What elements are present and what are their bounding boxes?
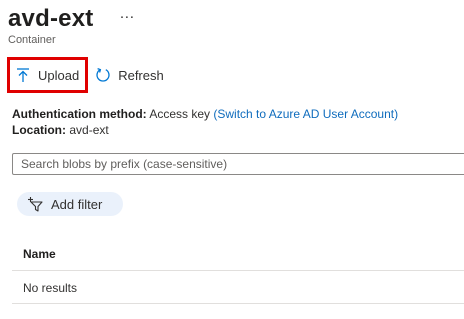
add-filter-button[interactable]: Add filter — [17, 192, 123, 216]
command-bar: Upload Refresh — [7, 57, 164, 93]
authentication-method-label: Authentication method: — [12, 107, 147, 121]
location-value: avd-ext — [69, 123, 109, 137]
refresh-icon — [95, 67, 111, 83]
upload-button[interactable]: Upload — [7, 57, 89, 93]
table-row-divider — [12, 303, 464, 304]
refresh-label: Refresh — [118, 67, 164, 83]
refresh-button[interactable]: Refresh — [95, 59, 164, 91]
table-header-divider — [12, 270, 464, 271]
authentication-method-line: Authentication method: Access key (Switc… — [12, 107, 398, 121]
location-line: Location: avd-ext — [12, 123, 109, 137]
upload-label: Upload — [38, 67, 80, 83]
empty-results-message: No results — [23, 281, 78, 295]
page-title: avd-ext — [8, 5, 94, 32]
column-header-name[interactable]: Name — [23, 247, 56, 261]
add-filter-icon — [27, 196, 45, 212]
upload-icon — [15, 67, 31, 83]
resource-type-subtitle: Container — [8, 34, 56, 46]
authentication-method-value: Access key — [149, 107, 211, 121]
add-filter-label: Add filter — [51, 196, 103, 212]
more-options-button[interactable]: ··· — [119, 9, 134, 24]
switch-auth-link[interactable]: (Switch to Azure AD User Account) — [213, 107, 398, 121]
title-row: avd-ext ··· — [8, 4, 134, 34]
location-label: Location: — [12, 123, 66, 137]
search-blobs-input[interactable] — [12, 153, 464, 175]
